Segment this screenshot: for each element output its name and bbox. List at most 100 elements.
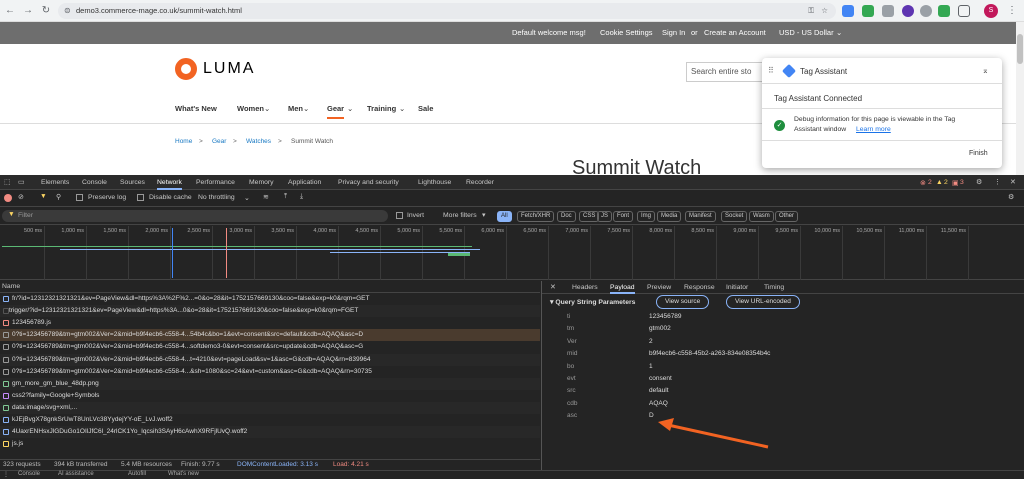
request-row[interactable]: 4UaxrENHsxJlGDuGo1OIlJfC6l_24rlCK1Yo_Iqc… [0,426,540,439]
extensions-puzzle-icon[interactable] [958,5,970,17]
detail-tab-payload[interactable]: Payload [610,284,635,294]
request-row[interactable]: 0?ti=123456789&tm=gtm002&Ver=2&mid=b9f4e… [0,365,540,378]
filter-icon[interactable]: ▼ [40,193,47,200]
learn-more-link[interactable]: Learn more [856,126,891,133]
type-filter-doc[interactable]: Doc [557,211,576,222]
network-settings-icon[interactable]: ⚙ [1008,193,1014,201]
type-filter-img[interactable]: Img [637,211,656,222]
request-row[interactable]: css2?family=Google+Symbols [0,389,540,402]
tab-console[interactable]: Console [82,179,107,186]
back-icon[interactable]: ← [4,5,16,17]
type-filter-all[interactable]: All [497,211,512,222]
clear-icon[interactable]: ⊘ [18,193,24,201]
tab-recorder[interactable]: Recorder [466,179,494,186]
chevron-down-icon[interactable]: ⌄ [244,194,250,202]
warning-count-icon[interactable]: ▲ [936,179,943,186]
type-filter-other[interactable]: Other [775,211,799,222]
drawer-menu-icon[interactable]: ⋮ [3,471,9,478]
cookie-settings-link[interactable]: Cookie Settings [600,22,653,44]
more-filters-dropdown[interactable]: More filters [443,212,477,219]
warning-count[interactable]: 2 [944,179,948,186]
record-icon[interactable] [4,194,12,202]
query-string-section-toggle[interactable]: ▾ Query String Parameters [550,298,635,306]
reload-icon[interactable]: ↻ [40,5,52,17]
extension-green-icon[interactable] [938,5,950,17]
devtools-menu-icon[interactable]: ⋮ [994,178,1001,186]
request-row[interactable]: 123456789.js [0,317,540,330]
error-count-icon[interactable]: ⊗ [920,179,926,187]
site-info-icon[interactable]: ⊜ [64,3,71,19]
issues-count[interactable]: 3 [960,179,964,186]
close-detail-icon[interactable]: ✕ [550,283,556,291]
detail-tab-preview[interactable]: Preview [647,284,671,291]
filter-input[interactable]: ▼ Filter [2,210,388,222]
search-input[interactable]: Search entire sto [686,62,766,82]
tab-lighthouse[interactable]: Lighthouse [418,179,451,186]
timeline-overview[interactable]: 500 ms 1,000 ms 1,500 ms 2,000 ms 2,500 ms 3,… [0,226,1024,280]
key-icon[interactable]: ⚿ [808,3,814,19]
extension-badge-icon[interactable] [902,5,914,17]
tab-performance[interactable]: Performance [196,179,235,186]
menu-item-whats-new[interactable]: What's New [175,104,217,113]
type-filter-font[interactable]: Font [613,211,634,222]
type-filter-wasm[interactable]: Wasm [749,211,774,222]
close-icon[interactable]: ✕ [1010,178,1016,186]
drawer-tab-console[interactable]: Console [18,471,40,477]
detail-tab-headers[interactable]: Headers [572,284,598,291]
request-row[interactable]: data:image/svg+xml,... [0,401,540,414]
search-icon[interactable]: ⚲ [56,193,61,201]
currency-switcher[interactable]: USD - US Dollar [779,22,834,44]
menu-item-training[interactable]: Training [367,104,396,113]
request-row[interactable]: kJEjBvgX78gnkSrUwT8UnLVc38YydejYY-oE_LvJ… [0,414,540,426]
issues-count-icon[interactable]: ▣ [952,179,958,187]
profile-avatar[interactable]: S [984,4,998,18]
request-row[interactable]: js.js [0,438,540,451]
browser-menu-icon[interactable]: ⋮ [1006,5,1018,17]
menu-item-sale[interactable]: Sale [418,104,433,113]
request-row[interactable]: gm_more_gm_blue_48dp.png [0,377,540,390]
collapse-icon[interactable]: ⌅ [982,66,989,75]
finish-button[interactable]: Finish [969,150,988,157]
chevron-down-icon[interactable]: ⌄ [836,22,842,44]
extension-feather-icon[interactable] [882,5,894,17]
tab-memory[interactable]: Memory [249,179,274,186]
import-har-icon[interactable]: ⤒ [284,193,287,201]
tab-sources[interactable]: Sources [120,179,145,186]
throttling-select[interactable]: No throttling [198,194,235,201]
export-har-icon[interactable]: ⤓ [300,193,303,201]
settings-gear-icon[interactable]: ⚙ [976,178,982,186]
request-row[interactable]: 0?ti=123456789&tm=gtm002&Ver=2&mid=b9f4e… [0,341,540,354]
inspect-icon[interactable]: ⬚ [4,178,10,186]
extension-tag-icon[interactable] [842,5,854,17]
detail-tab-timing[interactable]: Timing [764,284,784,291]
tab-network[interactable]: Network [157,179,182,190]
detail-tab-response[interactable]: Response [684,284,715,291]
request-row[interactable]: 0?ti=123456789&tm=gtm002&Ver=2&mid=b9f4e… [0,353,540,366]
extension-grid-icon[interactable] [862,5,874,17]
chevron-down-icon[interactable]: ▾ [482,211,485,219]
name-column-header[interactable]: Name [2,283,20,290]
drag-handle-icon[interactable]: ⠿ [768,66,774,75]
request-row[interactable]: trigger/?id=12312321321321&ev=PageView&d… [0,305,540,318]
type-filter-socket[interactable]: Socket [721,211,748,222]
page-scrollbar[interactable] [1016,22,1024,175]
detail-tab-initiator[interactable]: Initiator [726,284,748,291]
breadcrumb-gear[interactable]: Gear [212,138,226,145]
create-account-link[interactable]: Create an Account [704,22,766,44]
menu-item-women[interactable]: Women [237,104,264,113]
device-toolbar-icon[interactable]: ▭ [18,178,24,186]
disable-cache-checkbox[interactable] [137,194,144,201]
type-filter-fetch-xhr[interactable]: Fetch/XHR [517,211,555,222]
drawer-tab-autofill[interactable]: Autofill [128,471,146,477]
drawer-tab-ai-assistance[interactable]: AI assistance [58,471,94,477]
tab-elements[interactable]: Elements [41,179,69,186]
type-filter-js[interactable]: JS [597,211,613,222]
sign-in-link[interactable]: Sign In [662,22,685,44]
view-url-encoded-button[interactable]: View URL-encoded [726,295,800,309]
error-count[interactable]: 2 [928,179,932,186]
tab-application[interactable]: Application [288,179,321,186]
type-filter-media[interactable]: Media [657,211,682,222]
menu-item-gear[interactable]: Gear [327,104,345,119]
extension-globe-icon[interactable] [920,5,932,17]
type-filter-manifest[interactable]: Manifest [685,211,716,222]
